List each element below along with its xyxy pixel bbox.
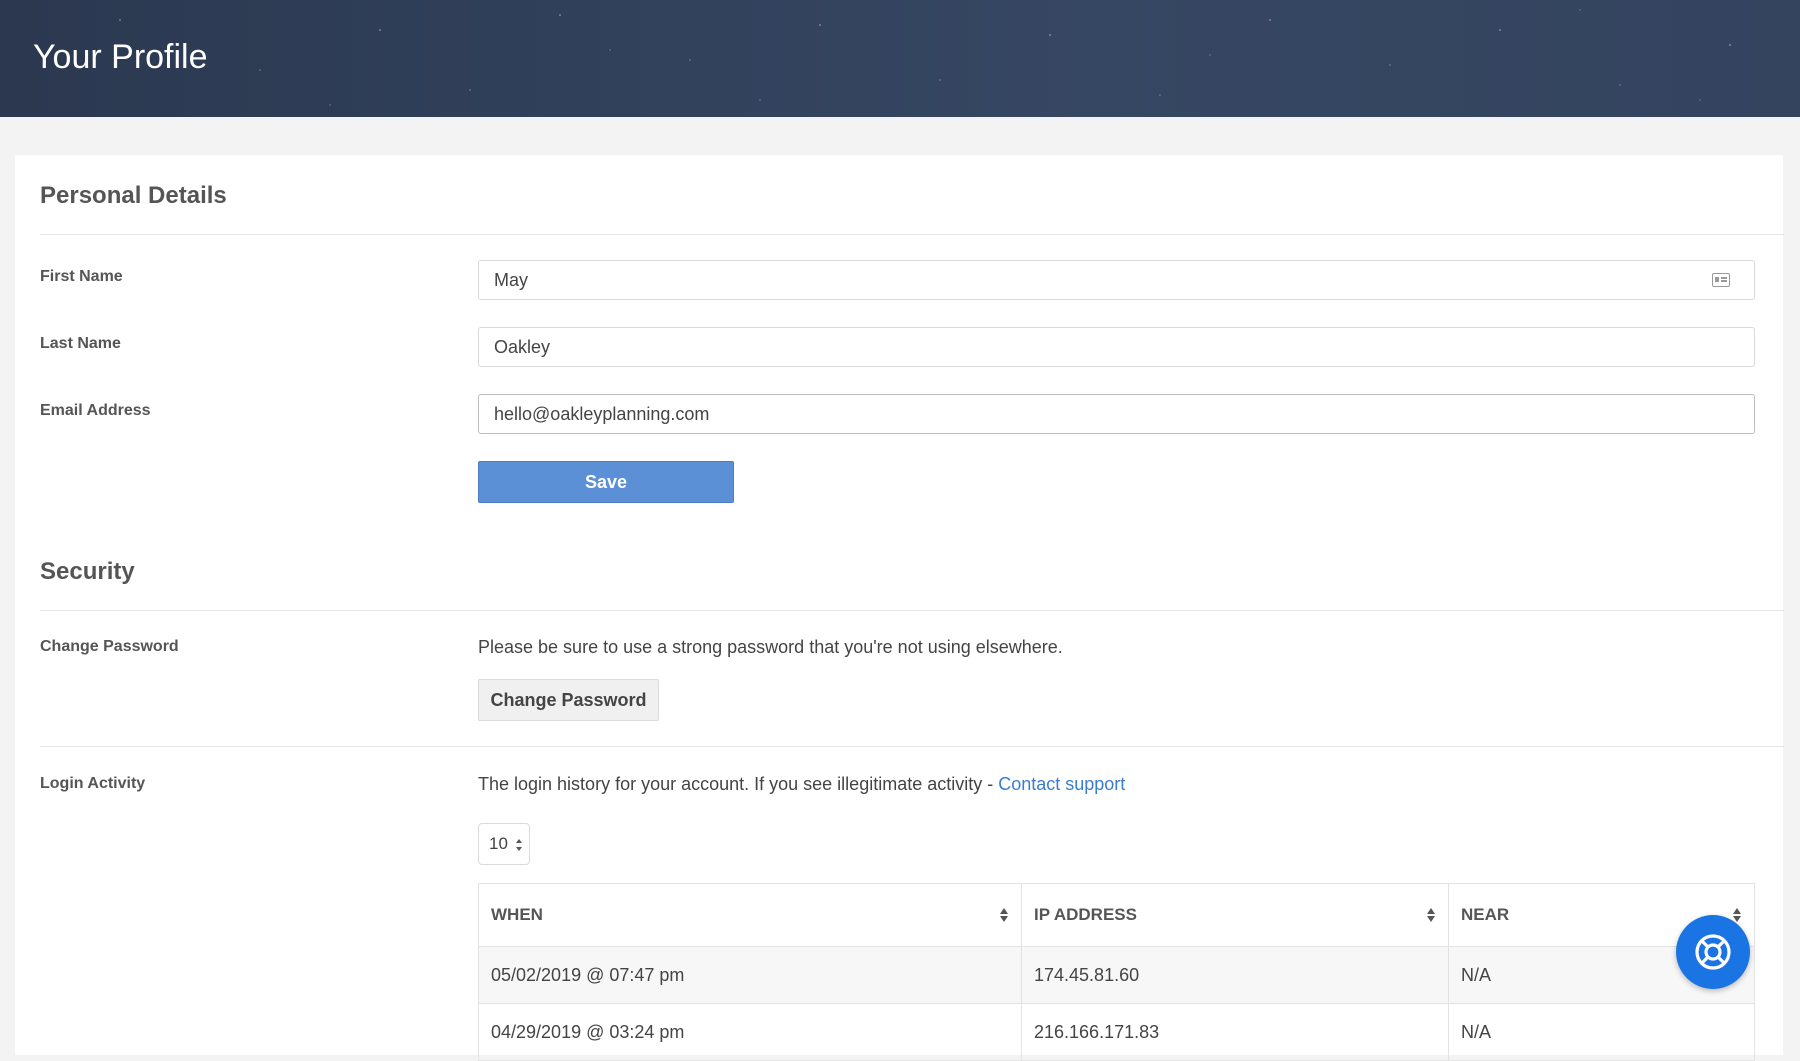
- cell-ip-address: 174.45.81.60: [1021, 946, 1449, 1004]
- column-near-label: NEAR: [1461, 905, 1510, 924]
- login-activity-description: The login history for your account. If y…: [478, 774, 1125, 795]
- last-name-field[interactable]: Oakley: [478, 327, 1755, 367]
- cell-when: 05/02/2019 @ 07:47 pm: [478, 946, 1022, 1004]
- last-name-value: Oakley: [494, 337, 551, 357]
- column-when[interactable]: WHEN: [478, 883, 1022, 947]
- change-password-button[interactable]: Change Password: [478, 679, 659, 721]
- security-heading: Security: [40, 558, 135, 585]
- first-name-label: First Name: [40, 268, 123, 285]
- column-when-label: WHEN: [491, 905, 543, 924]
- save-button[interactable]: Save: [478, 461, 734, 503]
- starfield-background: [119, 9, 1731, 106]
- column-ip-address-label: IP ADDRESS: [1034, 905, 1137, 924]
- first-name-value: May: [494, 270, 529, 290]
- login-activity-text: The login history for your account. If y…: [478, 774, 999, 794]
- cell-when: 04/29/2019 @ 03:24 pm: [478, 1003, 1022, 1061]
- page-header: Your Profile: [0, 0, 1800, 117]
- lifebuoy-icon: [1695, 934, 1731, 970]
- column-ip-address[interactable]: IP ADDRESS: [1021, 883, 1449, 947]
- table-row: 04/29/2019 @ 03:24 pm 216.166.171.83 N/A: [478, 1003, 1755, 1061]
- cell-ip-address: 216.166.171.83: [1021, 1003, 1449, 1061]
- divider: [40, 746, 1784, 747]
- divider: [40, 234, 1784, 235]
- email-value: hello@oakleyplanning.com: [494, 404, 710, 424]
- contact-support-link[interactable]: Contact support: [998, 774, 1125, 794]
- login-activity-label: Login Activity: [40, 775, 146, 792]
- help-button[interactable]: [1676, 915, 1750, 989]
- contact-card-icon[interactable]: [1712, 273, 1730, 287]
- profile-card: Personal Details First Name May Last Nam…: [15, 155, 1784, 1061]
- table-header-row: WHEN IP ADDRESS NEAR: [478, 883, 1755, 947]
- login-activity-table: WHEN IP ADDRESS NEAR 05/02/2019 @ 07:47 …: [478, 883, 1755, 1061]
- divider: [40, 610, 1784, 611]
- sort-icon: [1427, 908, 1435, 922]
- email-field[interactable]: hello@oakleyplanning.com: [478, 394, 1755, 434]
- page-size-select[interactable]: 10: [478, 823, 530, 865]
- table-row: 05/02/2019 @ 07:47 pm 174.45.81.60 N/A: [478, 946, 1755, 1004]
- change-password-description: Please be sure to use a strong password …: [478, 637, 1063, 657]
- email-label: Email Address: [40, 402, 151, 419]
- first-name-field[interactable]: May: [478, 260, 1755, 300]
- last-name-label: Last Name: [40, 335, 121, 352]
- page-title: Your Profile: [33, 38, 208, 76]
- select-arrows-icon: [516, 839, 522, 851]
- sort-icon: [1000, 908, 1008, 922]
- page-size-value: 10: [489, 834, 508, 853]
- cell-near: N/A: [1448, 1003, 1755, 1061]
- personal-details-heading: Personal Details: [40, 182, 227, 209]
- change-password-label: Change Password: [40, 638, 179, 655]
